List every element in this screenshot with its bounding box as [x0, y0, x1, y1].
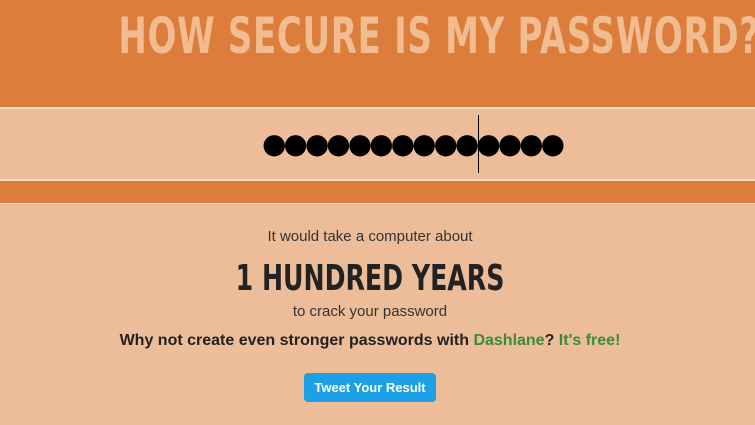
result-panel: It would take a computer about 1 HUNDRED…	[0, 204, 755, 425]
text-caret	[478, 115, 479, 173]
site-header: HOW SECURE IS MY PASSWORD?	[0, 0, 755, 107]
password-input[interactable]: ●●●●●●●●●●●●●●	[0, 109, 755, 179]
result-intro-text: It would take a computer about	[267, 228, 473, 245]
dashlane-link[interactable]: Dashlane	[473, 332, 544, 349]
promo-mid: ?	[544, 332, 559, 349]
its-free-link[interactable]: It's free!	[559, 332, 621, 349]
promo-prefix: Why not create even stronger passwords w…	[119, 332, 474, 349]
result-outro-text: to crack your password	[292, 303, 448, 320]
separator-band	[0, 181, 755, 203]
password-masked-value: ●●●●●●●●●●●●●●	[262, 127, 565, 160]
tweet-result-button[interactable]: Tweet Your Result	[304, 373, 436, 402]
password-input-band: ●●●●●●●●●●●●●●	[0, 109, 755, 179]
promo-text: Why not create even stronger passwords w…	[0, 331, 740, 351]
page-title: HOW SECURE IS MY PASSWORD?	[118, 7, 755, 65]
crack-time: 1 HUNDRED YEARS	[235, 258, 505, 299]
